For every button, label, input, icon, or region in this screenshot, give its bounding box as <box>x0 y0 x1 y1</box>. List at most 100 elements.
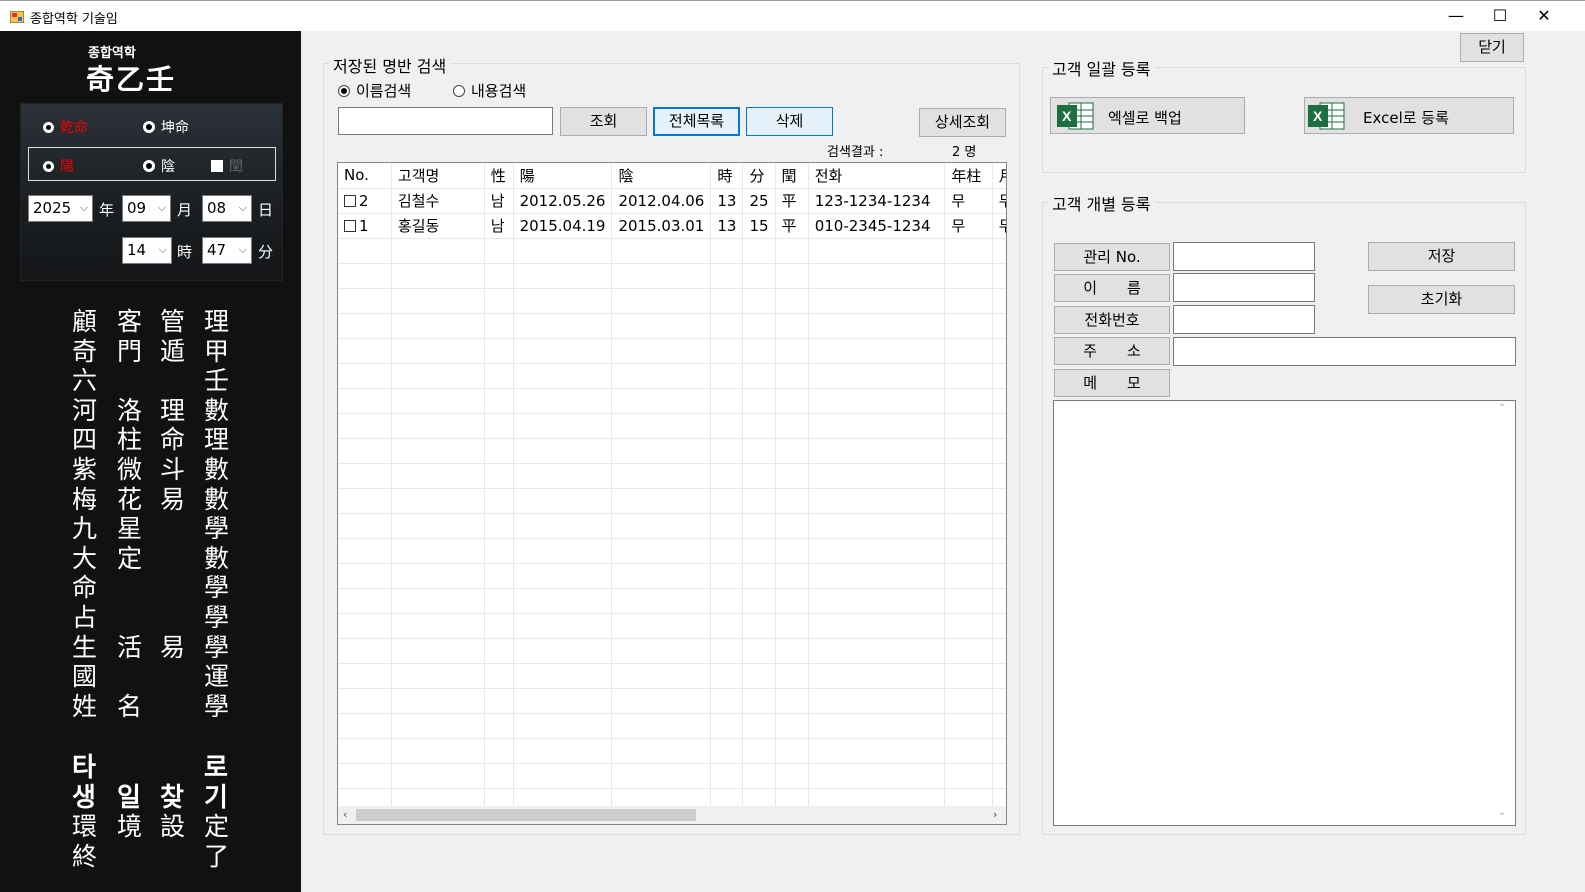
empty-cell <box>944 763 993 789</box>
search-input[interactable] <box>338 107 553 135</box>
row-checkbox[interactable] <box>344 220 356 232</box>
scrollbar-thumb[interactable] <box>356 809 696 821</box>
empty-row <box>338 338 1006 364</box>
grid-column-header[interactable]: 閏 <box>775 163 809 189</box>
radio-male[interactable]: 乾命 <box>43 117 88 137</box>
menu-char[interactable]: 名 <box>117 687 142 723</box>
empty-cell <box>775 388 809 414</box>
empty-cell <box>484 663 514 689</box>
empty-cell <box>338 563 392 589</box>
empty-row <box>338 388 1006 414</box>
grid-column-header[interactable]: 고객명 <box>391 163 485 189</box>
radio-female[interactable]: 坤命 <box>143 117 189 137</box>
chevron-left-icon[interactable]: ‹ <box>343 808 347 821</box>
close-button[interactable]: 닫기 <box>1460 33 1524 62</box>
table-row[interactable]: 1 홍길동 남 2015.04.19 2015.03.01 13 15 平 010-2345-1… <box>338 213 1006 239</box>
empty-cell <box>742 363 776 389</box>
memo-field[interactable]: ⌃ ⌄ <box>1053 400 1516 826</box>
chevron-down-icon: ⌵ <box>238 243 247 256</box>
day-select[interactable]: 08 ⌵ <box>202 195 252 222</box>
excel-register-button[interactable]: X Excel로 등록 <box>1304 97 1514 134</box>
grid-column-header[interactable]: 전화 <box>808 163 946 189</box>
table-cell: 남 <box>484 188 514 214</box>
manage-no-field[interactable] <box>1173 242 1315 271</box>
grid-column-header[interactable]: 年柱 <box>944 163 993 189</box>
svg-text:X: X <box>1062 108 1072 124</box>
grid-column-header[interactable]: 性 <box>484 163 514 189</box>
grid-column-header[interactable]: 分 <box>742 163 776 189</box>
radio-name-search[interactable]: 이름검색 <box>338 80 411 101</box>
empty-cell <box>992 738 1006 764</box>
result-label: 검색결과 : <box>827 145 884 160</box>
table-row[interactable]: 2 김철수 남 2012.05.26 2012.04.06 13 25 平 123-1234-1… <box>338 188 1006 214</box>
empty-cell <box>742 438 776 464</box>
empty-cell <box>775 688 809 714</box>
empty-cell <box>775 238 809 264</box>
close-window-button[interactable]: ✕ <box>1521 1 1567 32</box>
hour-select[interactable]: 14 ⌵ <box>122 237 172 264</box>
logo: 奇乙壬 <box>86 63 177 96</box>
menu-char[interactable]: 境 <box>117 807 142 843</box>
minimize-button[interactable]: — <box>1433 1 1479 32</box>
query-button[interactable]: 조회 <box>560 107 647 136</box>
checkbox-leap[interactable]: 閏 <box>211 156 243 176</box>
maximize-button[interactable]: ☐ <box>1477 1 1523 32</box>
chevron-right-icon[interactable]: › <box>993 808 997 821</box>
empty-row <box>338 313 1006 339</box>
list-all-button[interactable]: 전체목록 <box>653 107 740 136</box>
menu-char[interactable]: 活 <box>117 628 142 664</box>
name-field[interactable] <box>1173 273 1315 302</box>
menu-char[interactable]: 定 <box>117 539 142 575</box>
empty-cell <box>944 288 993 314</box>
grid-column-header[interactable]: 陰 <box>611 163 712 189</box>
empty-cell <box>391 238 485 264</box>
empty-cell <box>775 713 809 739</box>
detail-button[interactable]: 상세조회 <box>919 108 1006 137</box>
year-unit: 年 <box>99 201 115 219</box>
empty-cell <box>992 238 1006 264</box>
menu-char[interactable]: 易 <box>160 628 185 664</box>
menu-char[interactable]: 易 <box>160 480 185 516</box>
phone-field[interactable] <box>1173 305 1315 334</box>
radio-dot <box>453 84 465 97</box>
grid-column-header[interactable]: No. <box>338 163 392 189</box>
empty-cell <box>992 488 1006 514</box>
year-select[interactable]: 2025 ⌵ <box>28 195 93 222</box>
menu-char[interactable]: 遁 <box>160 332 185 368</box>
label-name-search: 이름검색 <box>356 82 412 100</box>
empty-cell <box>391 638 485 664</box>
month-select[interactable]: 09 ⌵ <box>122 195 171 222</box>
minute-select[interactable]: 47 ⌵ <box>202 237 252 264</box>
empty-cell <box>944 488 993 514</box>
menu-char[interactable]: 學 <box>204 687 229 723</box>
chevron-up-icon[interactable]: ⌃ <box>1498 403 1506 414</box>
empty-cell <box>808 488 946 514</box>
menu-char[interactable]: 終 <box>72 837 97 873</box>
empty-cell <box>611 438 712 464</box>
empty-cell <box>513 713 613 739</box>
grid-column-header[interactable]: 陽 <box>513 163 613 189</box>
row-checkbox[interactable] <box>344 195 356 207</box>
empty-cell <box>484 238 514 264</box>
radio-solar[interactable]: 陽 <box>43 156 74 176</box>
empty-cell <box>742 463 776 489</box>
horizontal-scrollbar[interactable]: ‹ › <box>338 806 1006 824</box>
delete-button[interactable]: 삭제 <box>746 107 833 136</box>
grid-column-header[interactable]: 時 <box>710 163 744 189</box>
grid-column-header[interactable]: 月 <box>992 163 1006 189</box>
empty-cell <box>992 663 1006 689</box>
reset-button[interactable]: 초기화 <box>1368 285 1515 314</box>
save-button[interactable]: 저장 <box>1368 242 1515 271</box>
chevron-down-icon[interactable]: ⌄ <box>1498 807 1506 818</box>
menu-char[interactable]: 門 <box>117 332 142 368</box>
excel-backup-button[interactable]: X 엑셀로 백업 <box>1050 97 1245 134</box>
radio-content-search[interactable]: 내용검색 <box>453 80 526 101</box>
menu-char[interactable]: 了 <box>204 837 229 873</box>
address-field[interactable] <box>1173 337 1516 366</box>
menu-char[interactable]: 設 <box>160 807 185 843</box>
customer-grid[interactable]: No.고객명性陽陰時分閏전화年柱月 2 김철수남2012.05.262012.04… <box>337 162 1007 825</box>
menu-char[interactable]: 姓 <box>72 687 97 723</box>
radio-lunar[interactable]: 陰 <box>143 156 175 176</box>
empty-cell <box>742 513 776 539</box>
birth-panel: 乾命 坤命 陽 陰 閏 2025 ⌵ 年 09 ⌵ 月 08 ⌵ 日 14 ⌵ 時 47… <box>20 103 283 281</box>
